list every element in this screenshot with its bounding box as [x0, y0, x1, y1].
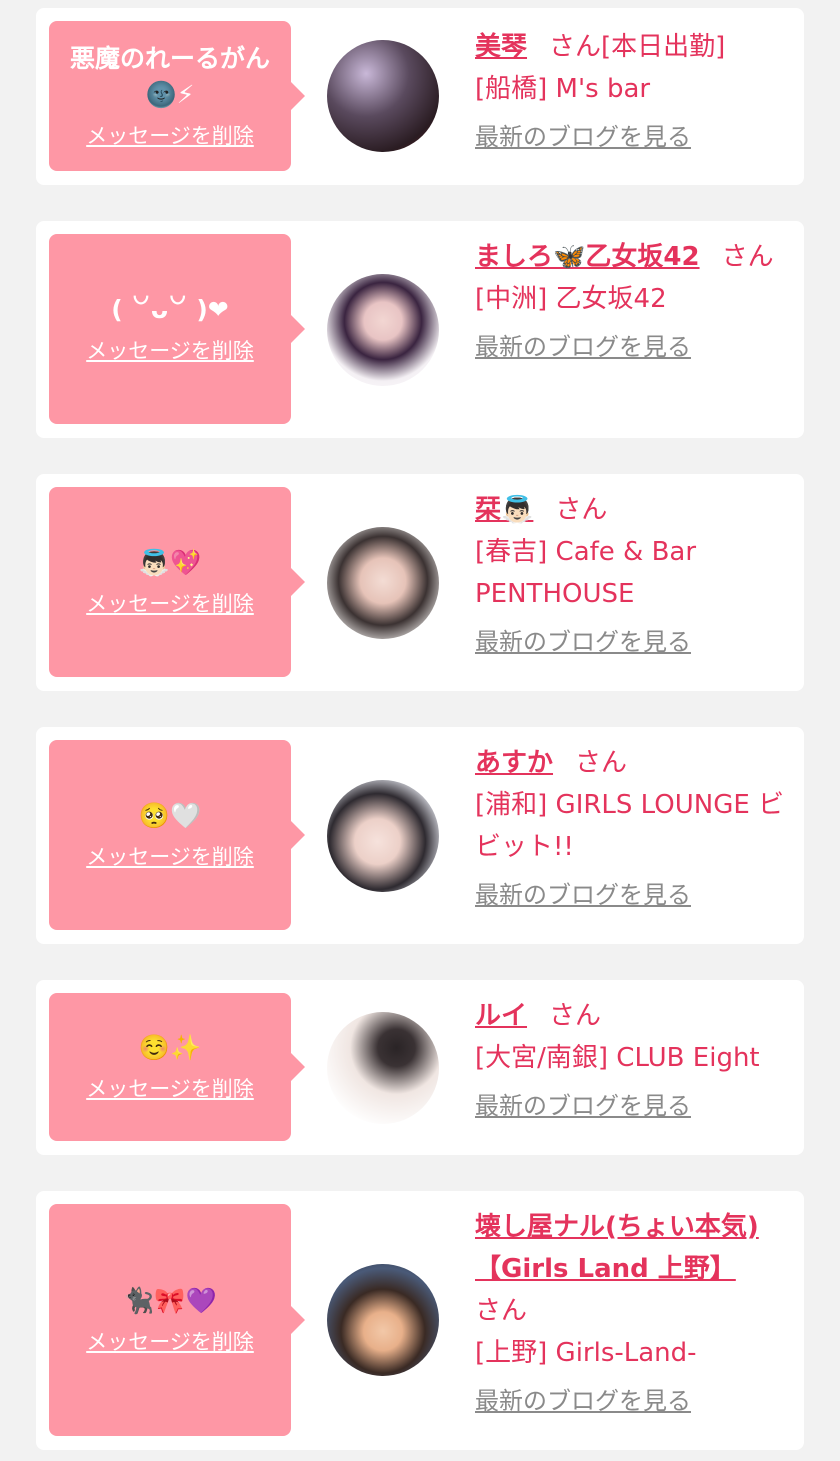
message-bubble: 🐈‍⬛🎀💜 メッセージを削除 — [49, 1204, 305, 1436]
cast-info: 美琴 さん[本日出勤] [船橋] M's bar 最新のブログを見る — [475, 26, 789, 154]
message-bubble: 👼🏻💖 メッセージを削除 — [49, 487, 305, 677]
cast-name-link[interactable]: 美琴 — [475, 32, 527, 62]
cast-avatar[interactable] — [327, 274, 439, 386]
latest-blog-link[interactable]: 最新のブログを見る — [475, 1089, 691, 1123]
shop-label: [大宮/南銀] CLUB Eight — [475, 1043, 760, 1073]
honorific-label: さん — [475, 1296, 528, 1326]
message-card: 👼🏻💖 メッセージを削除 栞👼🏻 さん [春吉] Cafe & Bar PENTH… — [36, 474, 804, 691]
delete-message-link[interactable]: メッセージを削除 — [86, 1327, 254, 1357]
attendance-status: [本日出勤] — [601, 32, 726, 62]
message-text: ☺️✨ — [138, 1033, 202, 1062]
message-bubble: 🥺🤍 メッセージを削除 — [49, 740, 305, 930]
cast-name-link[interactable]: 壊し屋ナル(ちょい本気)【Girls Land 上野】 — [475, 1212, 759, 1284]
honorific-label: さん — [721, 242, 774, 272]
cast-info: 栞👼🏻 さん [春吉] Cafe & Bar PENTHOUSE 最新のブログを見… — [475, 489, 789, 659]
cast-name-link[interactable]: 栞👼🏻 — [475, 495, 533, 525]
delete-message-link[interactable]: メッセージを削除 — [86, 336, 254, 366]
message-text: 🥺🤍 — [138, 801, 202, 830]
message-card: 悪魔のれーるがん 🌚⚡ メッセージを削除 美琴 さん[本日出勤] [船橋] M's… — [36, 8, 804, 185]
cast-avatar[interactable] — [327, 1012, 439, 1124]
shop-label: [中洲] 乙女坂42 — [475, 284, 667, 314]
latest-blog-link[interactable]: 最新のブログを見る — [475, 120, 691, 154]
message-bubble: 悪魔のれーるがん 🌚⚡ メッセージを削除 — [49, 21, 305, 171]
honorific-label: さん — [549, 32, 602, 62]
message-text: 悪魔のれーるがん 🌚⚡ — [69, 44, 270, 109]
honorific-label: さん — [575, 748, 628, 778]
message-text: 👼🏻💖 — [138, 548, 202, 577]
message-card: 🐈‍⬛🎀💜 メッセージを削除 壊し屋ナル(ちょい本気)【Girls Land 上… — [36, 1191, 804, 1450]
shop-label: [船橋] M's bar — [475, 74, 651, 104]
message-bubble: ☺️✨ メッセージを削除 — [49, 993, 305, 1141]
cast-avatar[interactable] — [327, 40, 439, 152]
cast-info: あすか さん [浦和] GIRLS LOUNGE ビビット!! 最新のブログを見る — [475, 742, 789, 912]
shop-label: [浦和] GIRLS LOUNGE ビビット!! — [475, 790, 785, 862]
honorific-label: さん — [549, 1001, 602, 1031]
cast-avatar[interactable] — [327, 780, 439, 892]
shop-label: [春吉] Cafe & Bar PENTHOUSE — [475, 537, 697, 609]
cast-name-link[interactable]: あすか — [475, 748, 553, 778]
cast-avatar[interactable] — [327, 1264, 439, 1376]
shop-label: [上野] Girls-Land- — [475, 1338, 697, 1368]
latest-blog-link[interactable]: 最新のブログを見る — [475, 625, 691, 659]
latest-blog-link[interactable]: 最新のブログを見る — [475, 1384, 691, 1418]
cast-avatar[interactable] — [327, 527, 439, 639]
cast-info: ましろ🦋乙女坂42 さん [中洲] 乙女坂42 最新のブログを見る — [475, 236, 789, 364]
latest-blog-link[interactable]: 最新のブログを見る — [475, 330, 691, 364]
message-bubble: ( ꒡ᴗ꒡ )❤ メッセージを削除 — [49, 234, 305, 424]
cast-name-link[interactable]: ましろ🦋乙女坂42 — [475, 242, 700, 272]
honorific-label: さん — [555, 495, 608, 525]
delete-message-link[interactable]: メッセージを削除 — [86, 1074, 254, 1104]
message-card: ☺️✨ メッセージを削除 ルイ さん [大宮/南銀] CLUB Eight 最新の… — [36, 980, 804, 1155]
delete-message-link[interactable]: メッセージを削除 — [86, 121, 254, 151]
cast-info: 壊し屋ナル(ちょい本気)【Girls Land 上野】 さん [上野] Girl… — [475, 1206, 795, 1418]
delete-message-link[interactable]: メッセージを削除 — [86, 842, 254, 872]
cast-info: ルイ さん [大宮/南銀] CLUB Eight 最新のブログを見る — [475, 995, 789, 1123]
cast-name-link[interactable]: ルイ — [475, 1001, 527, 1031]
message-text: 🐈‍⬛🎀💜 — [123, 1286, 217, 1315]
latest-blog-link[interactable]: 最新のブログを見る — [475, 878, 691, 912]
message-card: 🥺🤍 メッセージを削除 あすか さん [浦和] GIRLS LOUNGE ビビット… — [36, 727, 804, 944]
message-card: ( ꒡ᴗ꒡ )❤ メッセージを削除 ましろ🦋乙女坂42 さん [中洲] 乙女坂42… — [36, 221, 804, 438]
delete-message-link[interactable]: メッセージを削除 — [86, 589, 254, 619]
message-text: ( ꒡ᴗ꒡ )❤ — [111, 295, 229, 324]
